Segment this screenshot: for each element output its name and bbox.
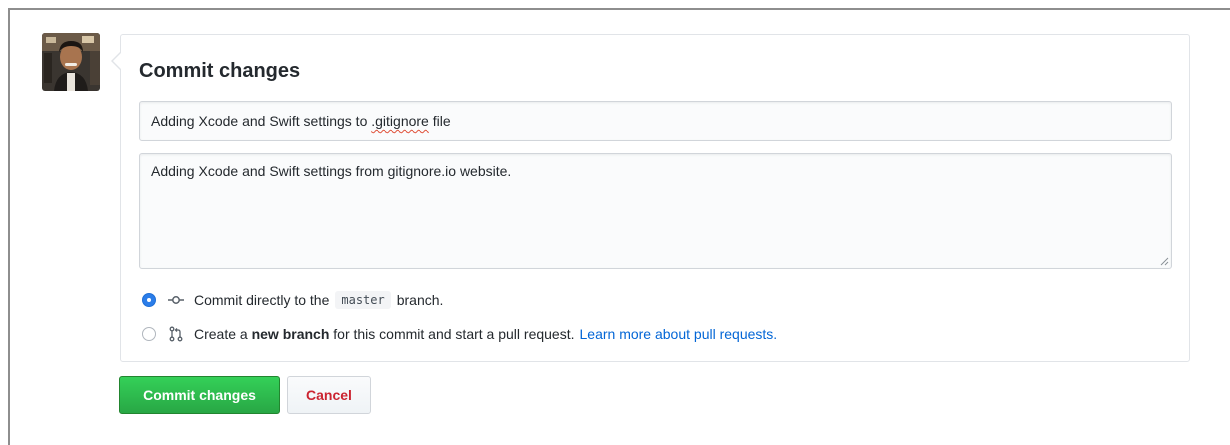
commit-description-textarea[interactable]: Adding Xcode and Swift settings from git…	[139, 153, 1172, 269]
new-branch-bold-text: new branch	[251, 326, 330, 342]
direct-prefix-text: Commit directly to the	[194, 292, 330, 308]
option-new-branch[interactable]: Create a new branch for this commit and …	[142, 324, 777, 344]
new-branch-prefix-text: Create a	[194, 326, 248, 342]
summary-text-part2: file	[428, 113, 451, 129]
avatar-photo-icon	[42, 33, 100, 91]
resize-handle-icon[interactable]	[1160, 257, 1169, 266]
option-commit-direct[interactable]: Commit directly to the master branch.	[142, 290, 443, 310]
cancel-button[interactable]: Cancel	[287, 376, 371, 414]
radio-commit-direct[interactable]	[142, 293, 156, 307]
description-text: Adding Xcode and Swift settings from git…	[151, 163, 512, 179]
learn-more-pull-requests-link[interactable]: Learn more about pull requests.	[580, 326, 778, 342]
avatar[interactable]	[42, 33, 100, 91]
direct-suffix-text: branch.	[396, 292, 444, 308]
git-pull-request-icon	[169, 326, 183, 342]
summary-text-misspelled: .gitignore	[371, 113, 429, 129]
git-commit-icon	[168, 296, 184, 304]
page-title: Commit changes	[139, 60, 301, 82]
panel-caret-fill	[113, 53, 121, 69]
summary-text-part1: Adding Xcode and Swift settings to	[151, 113, 372, 129]
commit-summary-input[interactable]: Adding Xcode and Swift settings to .giti…	[139, 101, 1172, 141]
branch-name: master	[335, 291, 391, 309]
radio-new-branch[interactable]	[142, 327, 156, 341]
new-branch-suffix-text: for this commit and start a pull request…	[333, 326, 575, 342]
commit-changes-button[interactable]: Commit changes	[119, 376, 280, 414]
